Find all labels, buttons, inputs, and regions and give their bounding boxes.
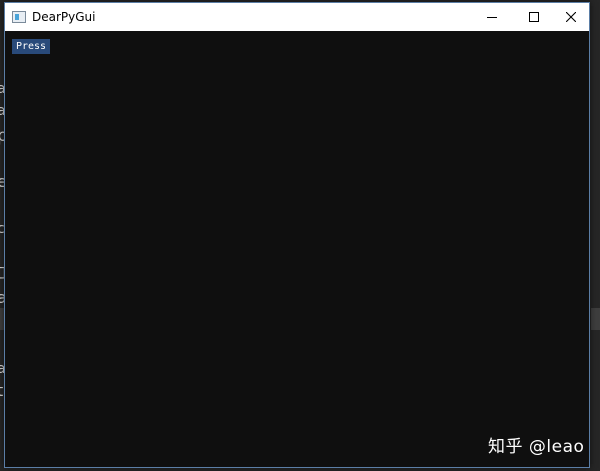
close-icon <box>566 12 576 22</box>
close-button[interactable] <box>553 3 589 31</box>
watermark-text: 知乎 @leao <box>488 437 585 457</box>
press-button[interactable]: Press <box>12 39 50 54</box>
window-client-area: Press <box>5 31 589 467</box>
maximize-button[interactable] <box>511 3 557 31</box>
app-icon-pane <box>15 14 19 20</box>
title-bar[interactable]: DearPyGui <box>5 3 589 31</box>
background-text-fragment: t <box>0 381 4 400</box>
app-window-icon <box>12 11 26 23</box>
app-window: DearPyGui Press <box>4 2 590 468</box>
minimize-button[interactable] <box>469 3 515 31</box>
background-bar <box>591 308 600 330</box>
maximize-icon <box>529 12 539 22</box>
minimize-icon <box>487 17 497 18</box>
window-title: DearPyGui <box>32 10 96 24</box>
